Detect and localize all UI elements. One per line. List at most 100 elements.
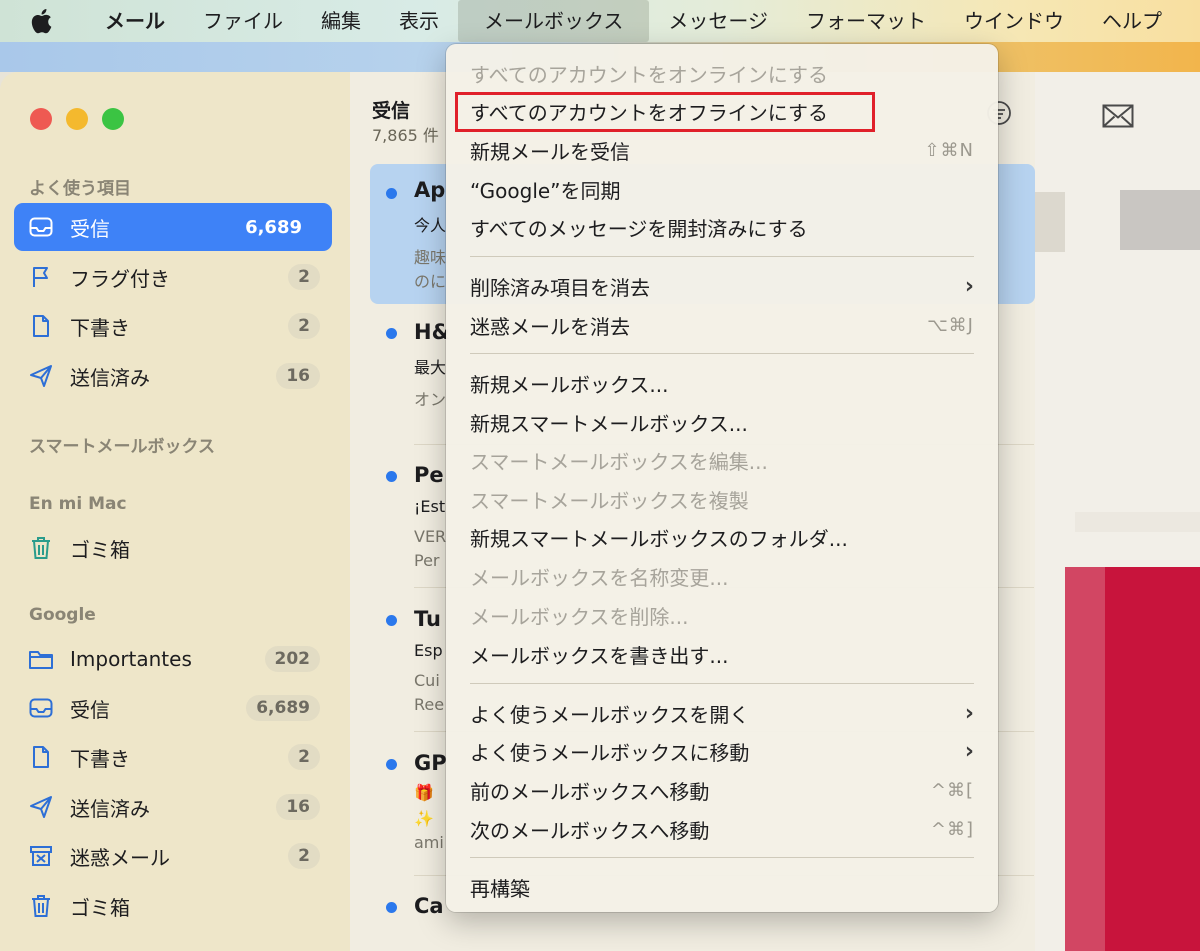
message-sender: Ca [414,894,444,918]
menu-item-get-new-mail[interactable]: 新規メールを受信 ⇧⌘N [470,131,974,169]
sidebar-item-google-drafts[interactable]: 下書き 2 [14,733,332,781]
document-icon [28,744,54,770]
sidebar-item-label: 迷惑メール [70,845,170,870]
paperplane-icon [28,363,54,389]
sidebar-item-label: 送信済み [70,365,150,390]
unread-dot [386,188,397,199]
compose-envelope-icon[interactable] [1102,104,1134,128]
pixelated-image-edge [1065,567,1105,951]
flag-icon [28,264,54,290]
message-preview: Per [414,551,440,570]
sidebar-item-google-junk[interactable]: 迷惑メール 2 [14,832,332,880]
inbox-icon [28,214,54,240]
message-sender: Pe [414,463,444,487]
menu-item-erase-deleted[interactable]: 削除済み項目を消去 › [470,267,974,305]
sidebar-item-importantes[interactable]: Importantes 202 [14,635,332,683]
message-subject: 今人 [414,216,447,235]
sidebar-item-label: 下書き [70,315,130,340]
message-preview: ami [414,833,444,852]
menu-message[interactable]: メッセージ [649,0,787,42]
sidebar-item-label: 受信 [70,216,110,241]
menu-item-open-favorite[interactable]: よく使うメールボックスを開く › [470,694,974,732]
menu-file[interactable]: ファイル [184,0,302,42]
minimize-button[interactable] [66,108,88,130]
menu-item-sync-google[interactable]: “Google”を同期 [470,170,974,208]
menu-item-rebuild[interactable]: 再構築 [470,868,974,906]
menu-item-duplicate-smart-mailbox: スマートメールボックスを複製 [470,488,749,513]
menu-help[interactable]: ヘルプ [1083,0,1181,42]
pixelated-image [1065,567,1200,951]
menu-item-new-mailbox[interactable]: 新規メールボックス... [470,364,974,402]
sidebar-item-google-inbox[interactable]: 受信 6,689 [14,684,332,732]
menu-mailbox[interactable]: メールボックス [458,0,650,42]
menu-item-new-smart-folder[interactable]: 新規スマートメールボックスのフォルダ... [470,518,974,556]
annotation-highlight-box [455,92,875,132]
unread-count: 6,689 [246,695,320,721]
menu-window[interactable]: ウインドウ [945,0,1083,42]
menu-edit[interactable]: 編集 [302,0,380,42]
sidebar-item-flagged[interactable]: フラグ付き 2 [14,253,332,301]
pixelated-content [1035,192,1065,252]
menu-separator [470,353,974,354]
unread-dot [386,615,397,626]
menu-item-edit-smart-mailbox: スマートメールボックスを編集... [470,449,768,474]
menu-item-next-mailbox[interactable]: 次のメールボックスへ移動 ^⌘] [470,810,974,848]
section-favorites: よく使う項目 [29,179,131,199]
message-preview: のに [414,272,447,291]
message-preview: 趣味 [414,248,447,267]
shortcut-label: ^⌘[ [930,779,974,801]
zoom-button[interactable] [102,108,124,130]
message-sender: H& [414,320,450,344]
message-preview: VER [414,527,447,546]
message-subject: 最大 [414,358,447,377]
paperplane-icon [28,794,54,820]
close-button[interactable] [30,108,52,130]
unread-dot [386,759,397,770]
menu-item-previous-mailbox[interactable]: 前のメールボックスへ移動 ^⌘[ [470,771,974,809]
sidebar-item-sent[interactable]: 送信済み 16 [14,352,332,400]
message-subject: Esp [414,641,443,660]
menu-item-new-smart-mailbox[interactable]: 新規スマートメールボックス... [470,403,974,441]
unread-dot [386,902,397,913]
message-subject: ¡Est [414,497,446,516]
sidebar-item-label: Importantes [70,647,192,671]
menu-item-erase-junk[interactable]: 迷惑メールを消去 ⌥⌘J [470,306,974,344]
menu-separator [470,683,974,684]
menu-view[interactable]: 表示 [380,0,458,42]
message-preview: Ree [414,695,445,714]
message-preview: オン [414,390,447,409]
shortcut-label: ^⌘] [930,818,974,840]
sidebar-item-mac-trash[interactable]: ゴミ箱 [14,524,332,572]
pixelated-content [1120,190,1200,250]
sidebar-item-inbox[interactable]: 受信 6,689 [14,203,332,251]
sidebar-item-google-sent[interactable]: 送信済み 16 [14,783,332,831]
unread-count: 2 [288,264,320,290]
section-smart-mailboxes: スマートメールボックス [29,437,215,457]
pixelated-content [1075,512,1200,532]
sidebar-item-drafts[interactable]: 下書き 2 [14,302,332,350]
sidebar-item-label: フラグ付き [70,266,170,291]
apple-icon[interactable] [30,8,52,34]
menu-item-move-to-favorite[interactable]: よく使うメールボックスに移動 › [470,732,974,770]
menu-item-delete-mailbox: メールボックスを削除... [470,604,689,629]
folder-icon [28,646,54,672]
menu-bar: メール ファイル 編集 表示 メールボックス メッセージ フォーマット ウインド… [0,0,1200,42]
message-sender: GP [414,751,447,775]
menu-app-name[interactable]: メール [86,0,184,42]
trash-icon [28,893,54,919]
sidebar: よく使う項目 受信 6,689 フラグ付き 2 下書き 2 送信済み 16 スマ… [0,72,350,951]
unread-count: 2 [288,744,320,770]
message-count: 7,865 件 [372,126,439,145]
message-sender: Ap [414,178,446,202]
document-icon [28,313,54,339]
sidebar-item-label: 下書き [70,746,130,771]
unread-count: 16 [276,794,320,820]
menu-item-all-online: すべてのアカウントをオンラインにする [470,62,828,87]
menu-format[interactable]: フォーマット [787,0,945,42]
inbox-icon [28,695,54,721]
menu-item-export-mailbox[interactable]: メールボックスを書き出す... [470,635,974,673]
menu-item-mark-all-read[interactable]: すべてのメッセージを開封済みにする [470,208,974,246]
sidebar-item-label: ゴミ箱 [70,895,130,920]
sidebar-item-google-trash[interactable]: ゴミ箱 [14,882,332,930]
sidebar-item-label: 受信 [70,697,110,722]
